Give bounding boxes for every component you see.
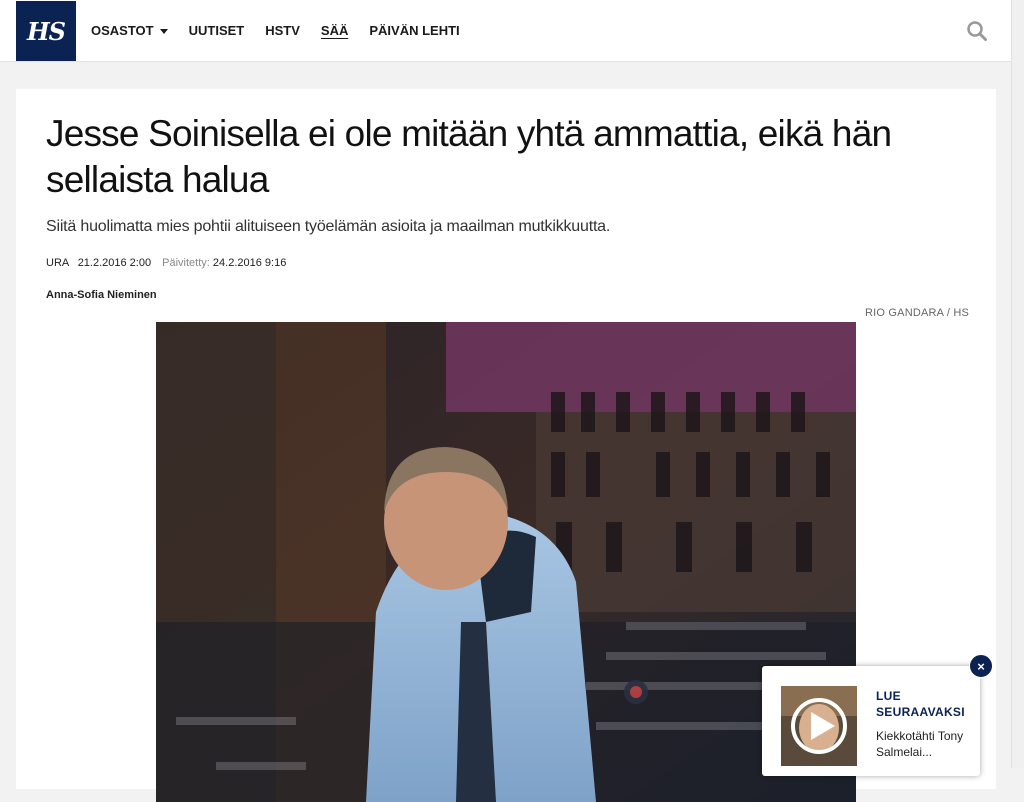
nav-item-paivan-lehti[interactable]: PÄIVÄN LEHTI — [369, 23, 459, 38]
article-meta: URA 21.2.2016 2:00 Päivitetty: 24.2.2016… — [46, 257, 286, 269]
section-link[interactable]: URA — [46, 257, 69, 269]
article-photo — [156, 322, 856, 802]
nav-item-hstv[interactable]: HSTV — [265, 23, 300, 38]
recommendation-title: LUE SEURAAVAKSI — [876, 689, 965, 719]
caret-down-icon — [159, 29, 168, 35]
search-icon[interactable] — [966, 20, 988, 42]
updated-date: 24.2.2016 9:16 — [212, 257, 287, 269]
article-headline: Jesse Soinisella ei ole mitään yhtä amma… — [46, 113, 892, 200]
nav-item-osastot[interactable]: OSASTOT — [91, 23, 168, 38]
updated-label: Päivitetty: — [162, 257, 210, 269]
top-navigation-bar: HS OSASTOT UUTISET HSTV SÄÄ PÄIVÄN LEHTI — [0, 0, 1012, 62]
close-icon[interactable]: × — [969, 654, 993, 678]
recommendation-widget[interactable]: LUE SEURAAVAKSI Kiekkotähti Tony Salmela… — [762, 666, 980, 776]
recommendation-thumbnail[interactable] — [781, 686, 857, 766]
published-date: 21.2.2016 2:00 — [77, 257, 152, 269]
page-scrollbar[interactable] — [1011, 0, 1024, 768]
main-nav: OSASTOT UUTISET HSTV SÄÄ PÄIVÄN LEHTI — [91, 23, 481, 38]
recommendation-text[interactable]: Kiekkotähti Tony Salmelai... — [876, 728, 966, 760]
photo-credit: RIO GANDARA / HS — [865, 307, 970, 319]
nav-item-saa[interactable]: SÄÄ — [321, 23, 348, 38]
article-lead: Siitä huolimatta mies pohtii alituiseen … — [46, 218, 611, 235]
hs-logo[interactable]: HS — [16, 1, 76, 61]
nav-item-uutiset[interactable]: UUTISET — [189, 23, 245, 38]
author-name[interactable]: Anna-Sofia Nieminen — [46, 289, 157, 301]
